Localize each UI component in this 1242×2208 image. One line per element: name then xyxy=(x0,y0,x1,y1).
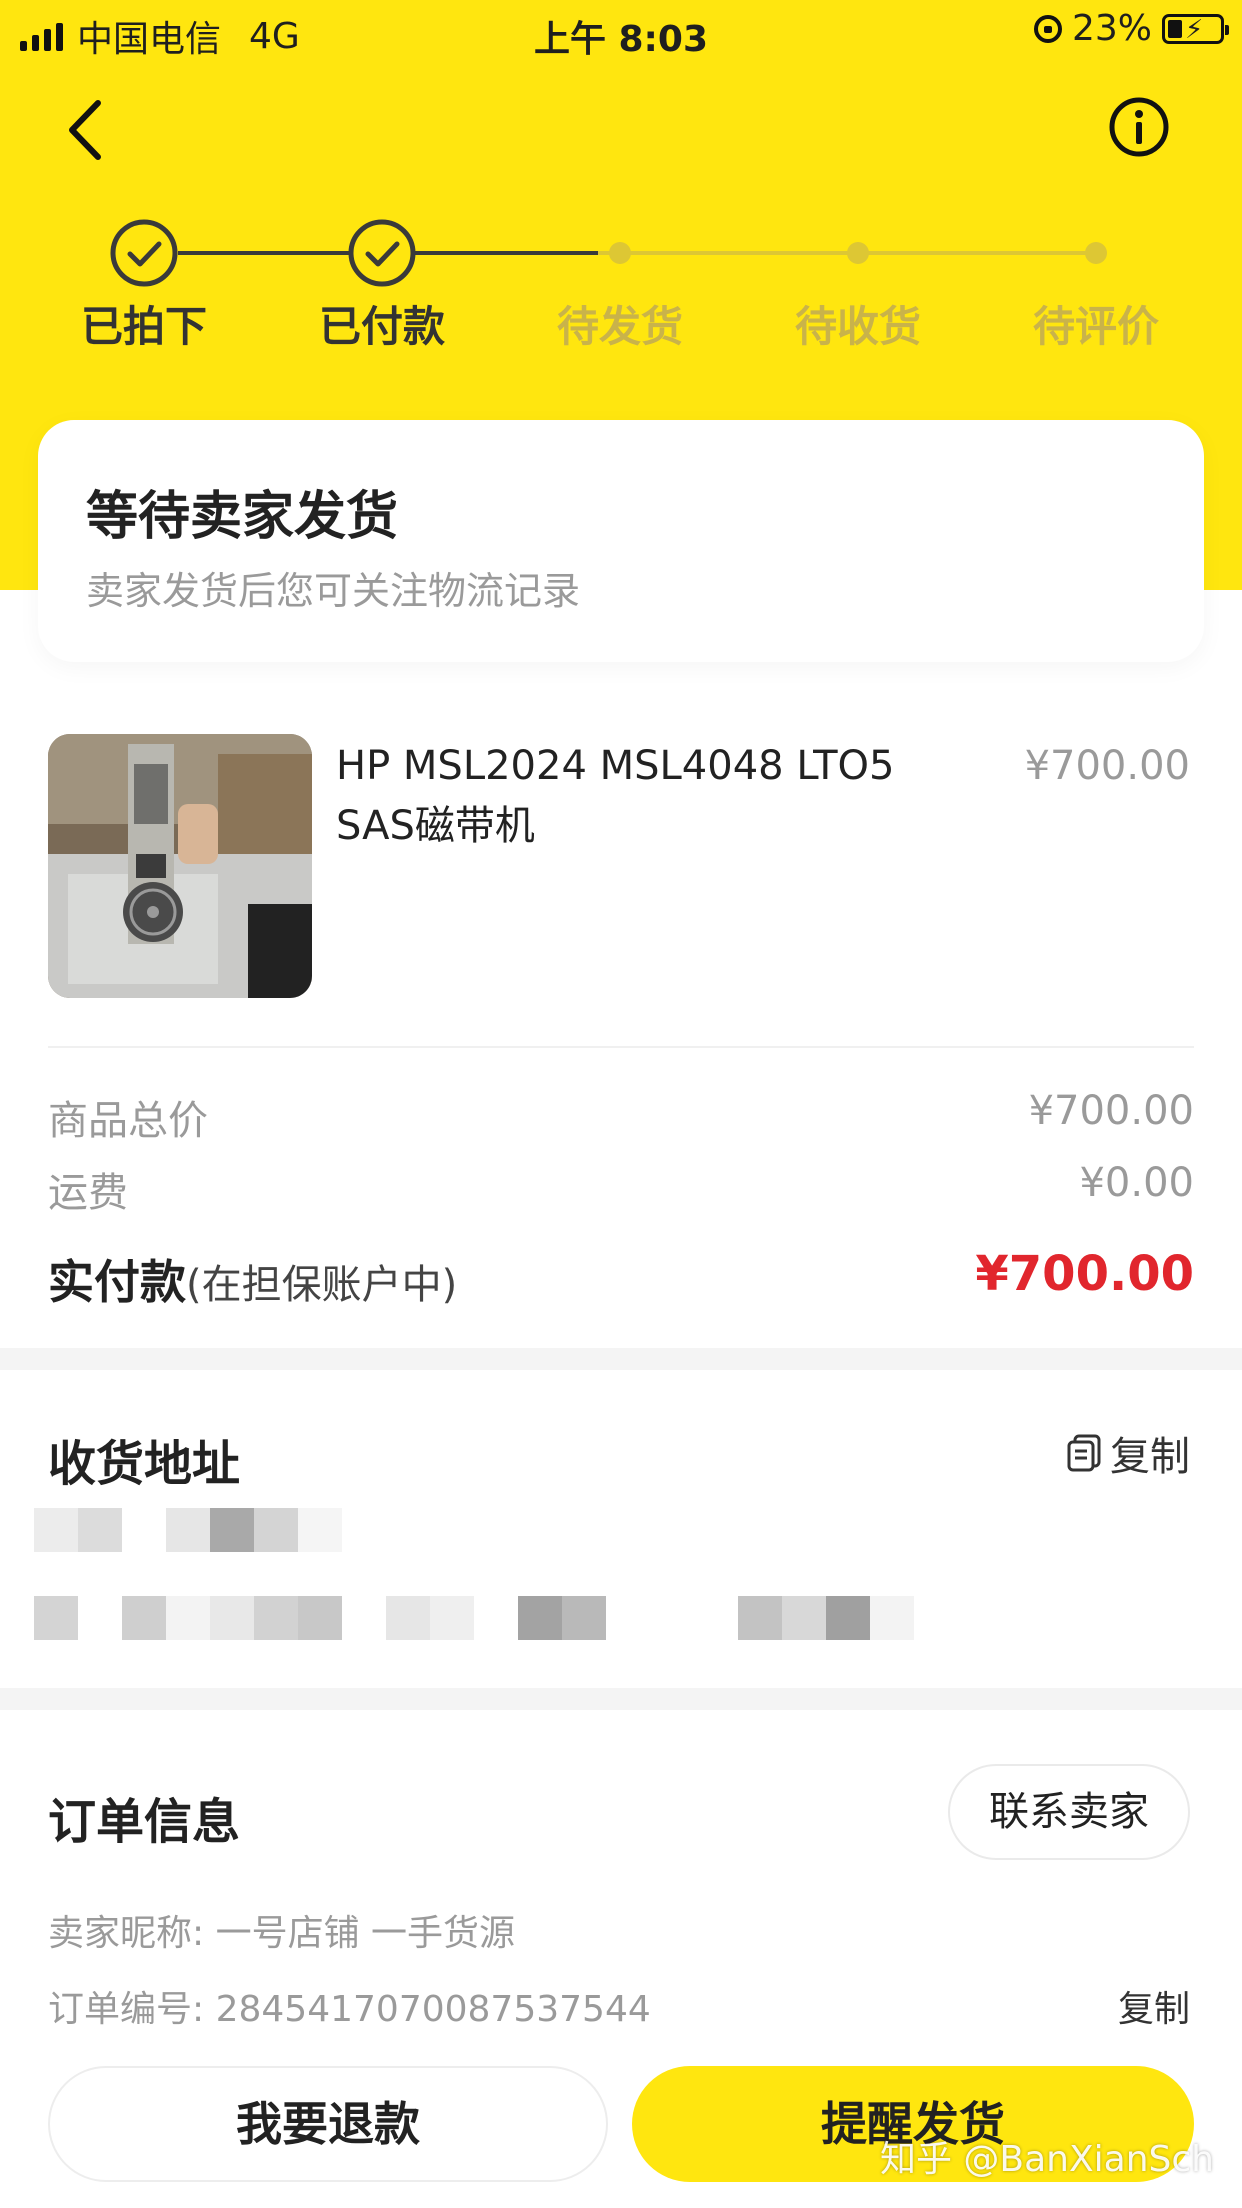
order-number: 订单编号: 2845417070087537544 xyxy=(48,1980,651,2032)
redacted-recipient xyxy=(34,1508,342,1552)
order-info-title: 订单信息 xyxy=(48,1794,241,1850)
goods-total-value: ¥700.00 xyxy=(1028,1088,1194,1134)
seller-label: 卖家昵称: xyxy=(48,1913,216,1954)
paid-label-text: 实付款 xyxy=(48,1255,186,1309)
redacted-address xyxy=(34,1596,914,1640)
shipping-value: ¥0.00 xyxy=(1079,1160,1194,1206)
seller-value: 一号店铺 一手货源 xyxy=(215,1913,516,1954)
step-label: 待收货 xyxy=(794,302,921,351)
progress-dot xyxy=(847,242,869,264)
section-gap xyxy=(0,1688,1242,1710)
step-label: 待发货 xyxy=(556,302,683,351)
check-circle-icon xyxy=(348,219,416,287)
step-label: 待评价 xyxy=(1032,302,1159,351)
shipping-label: 运费 xyxy=(48,1170,128,1216)
info-icon xyxy=(1109,97,1169,157)
copy-address-label: 复制 xyxy=(1110,1434,1190,1480)
status-title: 等待卖家发货 xyxy=(86,487,399,547)
status-subtitle: 卖家发货后您可关注物流记录 xyxy=(86,569,581,613)
rotation-lock-icon xyxy=(1033,14,1062,43)
status-bar: 中国电信 4G 上午 8:03 23% ⚡ xyxy=(0,0,1242,62)
battery-percent: 23% xyxy=(1071,8,1152,49)
paid-row: 实付款(在担保账户中) ¥700.00 xyxy=(48,1246,1194,1310)
back-chevron-icon xyxy=(69,100,101,160)
order-status-card: 等待卖家发货 卖家发货后您可关注物流记录 xyxy=(38,420,1204,662)
address-title: 收货地址 xyxy=(48,1436,241,1492)
paid-label: 实付款(在担保账户中) xyxy=(48,1246,457,1312)
product-price: ¥700.00 xyxy=(1024,743,1190,789)
watermark: 知乎 @BanXianSch xyxy=(879,2139,1214,2180)
section-gap xyxy=(0,1348,1242,1370)
copy-address-button[interactable]: 复制 xyxy=(1066,1424,1190,1482)
product-title[interactable]: HP MSL2024 MSL4048 LTO5 SAS磁带机 xyxy=(336,736,956,856)
product-photo xyxy=(48,734,312,998)
back-button[interactable] xyxy=(62,95,112,165)
product-image[interactable] xyxy=(48,734,312,998)
progress-dot xyxy=(609,242,631,264)
check-circle-icon xyxy=(110,219,178,287)
step-label: 已拍下 xyxy=(80,302,207,351)
order-number-label: 订单编号: xyxy=(48,1989,216,2030)
progress-dot xyxy=(1085,242,1107,264)
divider xyxy=(48,1046,1194,1048)
status-right: 23% ⚡ xyxy=(1033,8,1229,49)
battery-icon: ⚡ xyxy=(1162,13,1229,45)
seller-nickname: 卖家昵称: 一号店铺 一手货源 xyxy=(48,1904,515,1956)
order-progress: 已拍下 已付款 待发货 待收货 待评价 xyxy=(0,205,1242,355)
step-label: 已付款 xyxy=(318,302,445,351)
goods-total-label: 商品总价 xyxy=(48,1098,208,1144)
contact-seller-button[interactable]: 联系卖家 xyxy=(948,1764,1190,1860)
paid-value: ¥700.00 xyxy=(975,1246,1194,1302)
copy-order-number-button[interactable]: 复制 xyxy=(1118,1980,1190,2032)
copy-icon xyxy=(1067,1434,1101,1472)
paid-note: (在担保账户中) xyxy=(186,1262,458,1308)
info-button[interactable] xyxy=(1108,96,1170,158)
goods-total-row: 商品总价 ¥700.00 xyxy=(48,1088,1194,1144)
shipping-row: 运费 ¥0.00 xyxy=(48,1160,1194,1216)
order-number-value: 2845417070087537544 xyxy=(215,1989,651,2030)
refund-button[interactable]: 我要退款 xyxy=(48,2066,608,2182)
